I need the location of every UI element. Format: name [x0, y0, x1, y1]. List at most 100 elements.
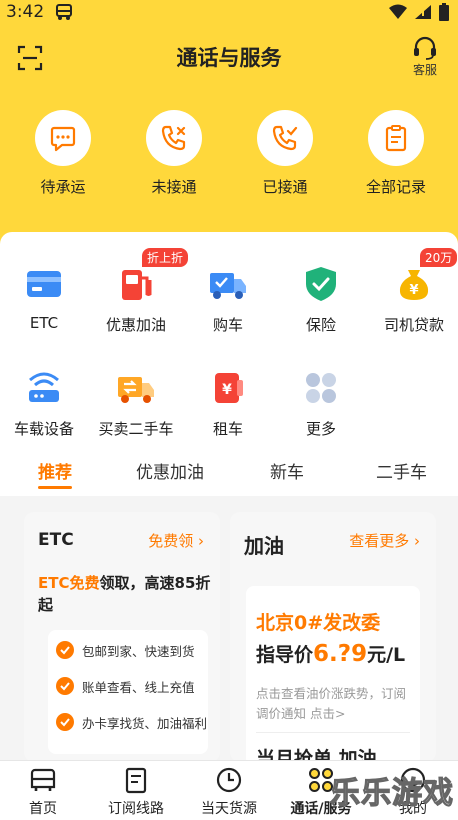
etc-feature-item: 包邮到家、快速到货: [56, 640, 195, 660]
etc-feature-text: 包邮到家、快速到货: [82, 643, 195, 659]
nav-label: 订阅线路: [108, 801, 164, 817]
signal-icon: [415, 5, 431, 19]
active-tab-indicator: [38, 486, 72, 489]
content-area: ETC 免费领 › ETC免费领取，高速85折起 包邮到家、快速到货 账单查看、…: [0, 496, 458, 762]
headset-icon: [414, 36, 436, 60]
call-shortcut-missed[interactable]: 未接通: [124, 110, 224, 197]
customer-service-label: 客服: [412, 63, 437, 77]
records-clipboard-icon: [385, 125, 407, 152]
call-shortcut-label: 已接通: [262, 178, 308, 196]
page-title: 通话与服务: [176, 46, 282, 70]
more-grid-icon: [306, 373, 336, 403]
service-insurance[interactable]: 保险: [275, 262, 367, 335]
waiting-chat-icon: [50, 126, 76, 152]
nav-home[interactable]: 首页: [0, 765, 88, 818]
etc-card-title: ETC: [38, 530, 74, 550]
call-shortcut-label: 未接通: [151, 178, 197, 196]
tab-new-trucks[interactable]: 新车: [270, 458, 304, 483]
fuel-card[interactable]: 加油 查看更多 › 北京0#发改委 指导价6.?9元/L 点击查看油价涨跌势，订…: [230, 512, 436, 762]
etc-free-claim-label: 免费领: [148, 532, 194, 550]
call-shortcut-all-records[interactable]: 全部记录: [346, 110, 446, 197]
nav-subscribe-route[interactable]: 订阅线路: [91, 765, 181, 818]
truck-notification-icon: [56, 4, 72, 20]
etc-features: 包邮到家、快速到货 账单查看、线上充值 办卡享找货、加油福利: [48, 630, 208, 754]
battery-icon: [439, 3, 449, 21]
call-shortcut-waiting[interactable]: 待承运: [13, 110, 113, 197]
tab-recommend[interactable]: 推荐: [38, 458, 72, 483]
etc-description: ETC免费领取，高速85折起: [38, 572, 214, 616]
connected-call-icon: [272, 125, 298, 151]
service-discount-fuel[interactable]: 折上折 优惠加油: [90, 248, 189, 335]
call-shortcut-label: 全部记录: [365, 178, 426, 196]
service-more[interactable]: 更多: [275, 366, 367, 439]
fuel-price-box[interactable]: 北京0#发改委 指导价6.?9元/L 点击查看油价涨跌势，订阅调价通知 点击> …: [246, 586, 420, 762]
tab-discount-fuel[interactable]: 优惠加油: [136, 458, 204, 483]
etc-feature-item: 账单查看、线上充值: [56, 676, 195, 696]
call-shortcuts: 待承运 未接通 已接通 全部记录: [0, 110, 458, 200]
service-label: 买卖二手车: [98, 420, 174, 438]
missed-call-icon: [161, 125, 186, 151]
etc-feature-text: 账单查看、线上充值: [82, 679, 195, 695]
nav-label: 当天货源: [201, 801, 257, 817]
call-shortcut-connected[interactable]: 已接通: [235, 110, 335, 197]
service-etc[interactable]: ETC: [0, 262, 90, 332]
service-rent-car[interactable]: ¥ 租车: [182, 366, 274, 439]
service-used-truck-trade[interactable]: 买卖二手车: [90, 366, 182, 439]
service-label: 购车: [212, 316, 243, 334]
status-bar: 3:42: [0, 0, 458, 26]
wifi-icon: [389, 4, 407, 19]
service-label: ETC: [29, 314, 59, 332]
status-time: 3:42: [6, 2, 45, 22]
fuel-price-value: 6.?9: [313, 641, 368, 667]
service-label: 车载设备: [13, 420, 74, 438]
etc-card[interactable]: ETC 免费领 › ETC免费领取，高速85折起 包邮到家、快速到货 账单查看、…: [24, 512, 220, 762]
etc-feature-item: 办卡享找货、加油福利: [56, 712, 207, 732]
clock-icon: [216, 767, 242, 793]
shield-check-icon: [306, 267, 336, 301]
service-vehicle-device[interactable]: 车载设备: [0, 366, 90, 439]
etc-card-icon: [27, 271, 61, 297]
tab-used-trucks[interactable]: 二手车: [376, 458, 427, 483]
watermark-logo: 乐乐游戏: [329, 775, 454, 811]
svg-text:¥: ¥: [222, 382, 232, 398]
service-label: 保险: [305, 316, 336, 334]
etc-free-claim-link[interactable]: 免费领 ›: [148, 530, 204, 551]
check-circle-icon: [56, 677, 74, 695]
fuel-region-type: 北京0#发改委: [256, 612, 381, 634]
fuel-pump-icon: [122, 270, 152, 300]
subscribe-route-icon: [125, 767, 147, 794]
service-label: 租车: [212, 420, 243, 438]
fuel-guide-price: 指导价6.?9元/L: [256, 640, 405, 667]
category-tabs: 推荐 优惠加油 新车 二手车: [0, 446, 458, 496]
fuel-price-note: 点击查看油价涨跌势，订阅调价通知 点击>: [256, 686, 407, 721]
truck-icon: [210, 273, 246, 299]
top-header: 通话与服务 客服: [0, 30, 458, 84]
used-truck-icon: [118, 377, 154, 403]
svg-text:¥: ¥: [409, 283, 418, 298]
call-shortcut-label: 待承运: [40, 178, 86, 196]
customer-service-button[interactable]: 客服: [408, 36, 442, 78]
check-circle-icon: [56, 641, 74, 659]
fuel-price-unit: 元/L: [367, 644, 406, 666]
service-badge: 20万: [420, 248, 458, 267]
chevron-right-icon: ›: [198, 532, 204, 550]
money-bag-icon: ¥: [399, 270, 429, 300]
fuel-price-prefix: 指导价: [256, 644, 314, 666]
etc-feature-text: 办卡享找货、加油福利: [82, 715, 208, 731]
divider: [256, 732, 410, 733]
router-icon: [29, 372, 59, 402]
fuel-view-more-link[interactable]: 查看更多 ›: [349, 530, 420, 551]
service-buy-truck[interactable]: 购车: [182, 262, 274, 335]
fuel-view-more-label: 查看更多: [349, 532, 410, 550]
service-driver-loan[interactable]: ¥ 20万 司机贷款: [368, 248, 458, 335]
service-label: 优惠加油: [105, 316, 166, 334]
check-circle-icon: [56, 713, 74, 731]
chevron-right-icon: ›: [414, 532, 420, 550]
service-label: 司机贷款: [383, 316, 444, 334]
fuel-card-title: 加油: [244, 534, 284, 558]
service-label: 更多: [305, 420, 336, 438]
nav-today-cargo[interactable]: 当天货源: [184, 765, 274, 818]
rent-car-icon: ¥: [215, 373, 243, 403]
etc-description-highlight: ETC免费: [38, 574, 100, 592]
nav-label: 首页: [29, 801, 57, 817]
